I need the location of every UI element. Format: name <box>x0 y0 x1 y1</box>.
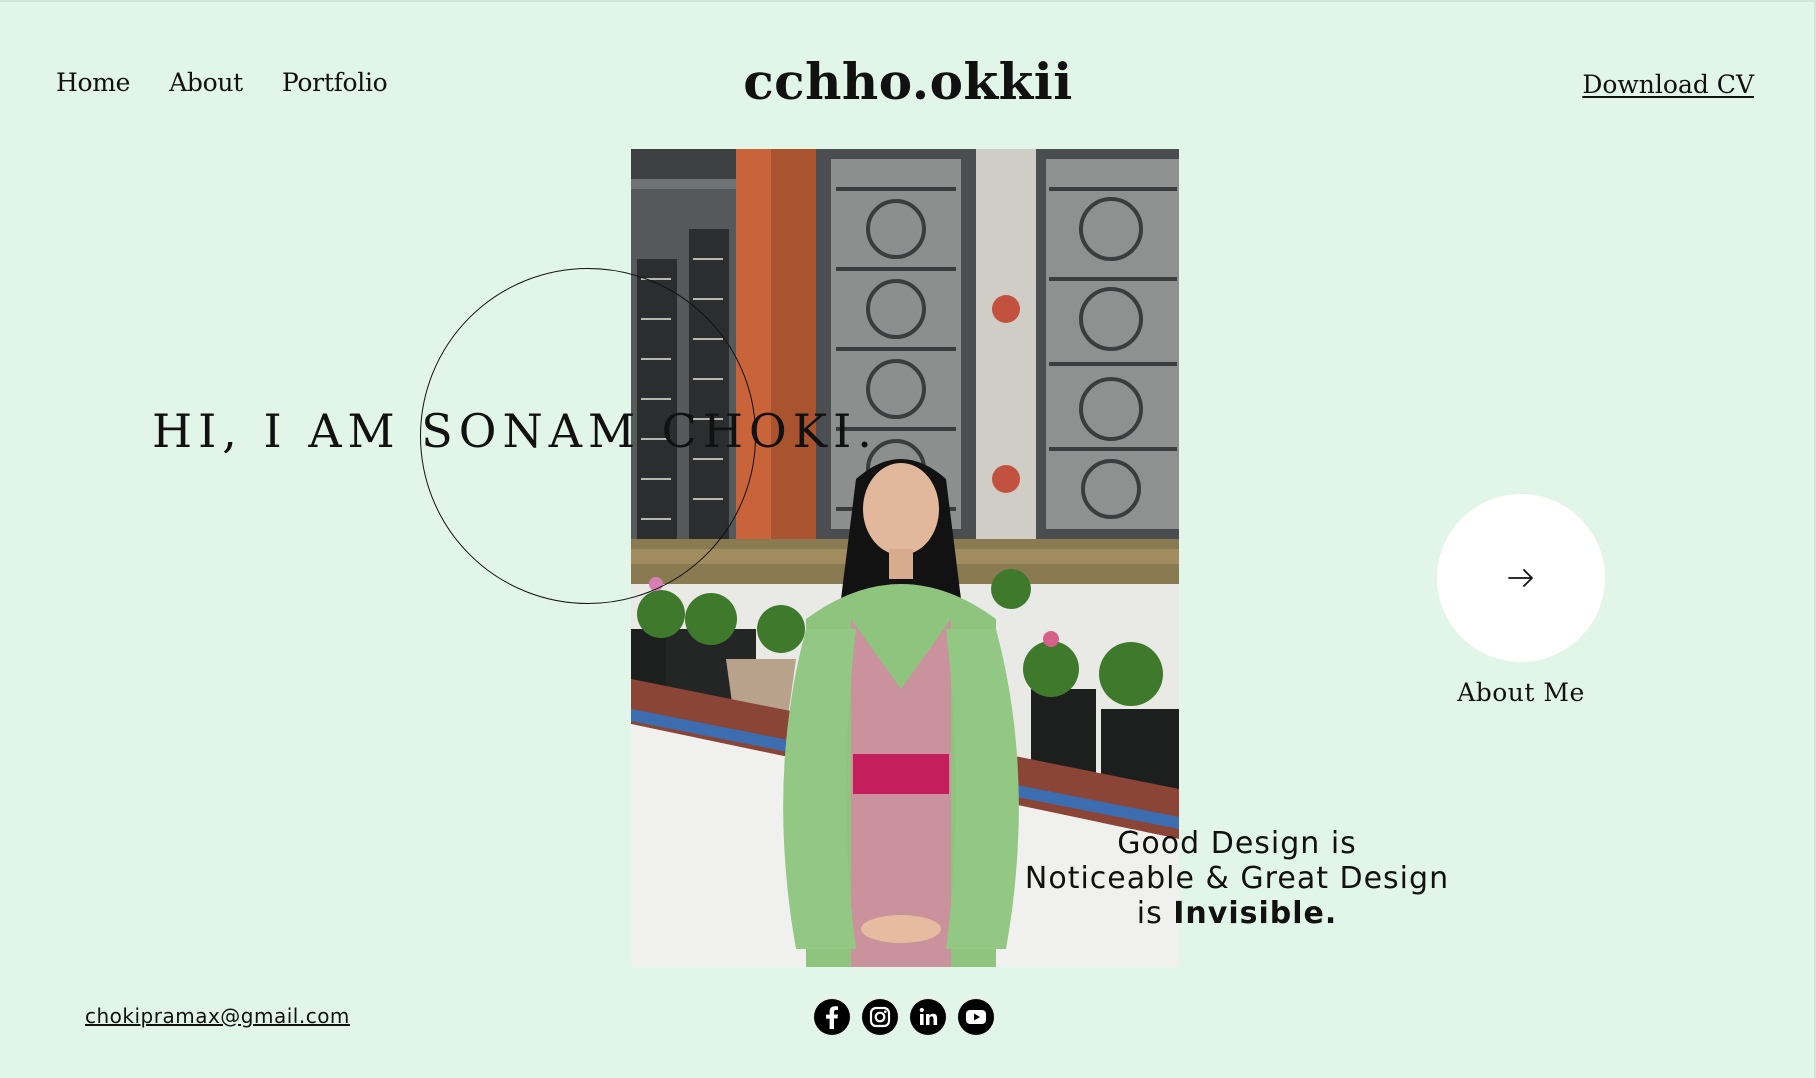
site-logo[interactable]: cchho.okkii <box>0 52 1816 111</box>
hero-greeting: HI, I AM SONAM CHOKI. <box>152 404 878 458</box>
arrow-right-icon <box>1508 569 1533 587</box>
contact-email-link[interactable]: chokipramax@gmail.com <box>85 1004 350 1028</box>
about-me-button[interactable] <box>1437 494 1605 662</box>
download-cv-link[interactable]: Download CV <box>1582 70 1754 99</box>
quote-line-2: Noticeable & Great Design <box>1024 861 1450 896</box>
quote-line-3: is Invisible. <box>1020 896 1454 931</box>
quote-line-3-prefix: is <box>1136 896 1174 931</box>
about-me-label[interactable]: About Me <box>1437 678 1605 707</box>
social-links <box>814 999 994 1035</box>
quote-line-1: Good Design is <box>1117 826 1357 861</box>
linkedin-icon[interactable] <box>910 999 946 1035</box>
quote-emphasis: Invisible. <box>1173 896 1338 931</box>
youtube-icon[interactable] <box>958 999 994 1035</box>
design-quote: Good Design is Noticeable & Great Design… <box>1020 826 1454 931</box>
top-border <box>0 0 1816 2</box>
instagram-icon[interactable] <box>862 999 898 1035</box>
facebook-icon[interactable] <box>814 999 850 1035</box>
